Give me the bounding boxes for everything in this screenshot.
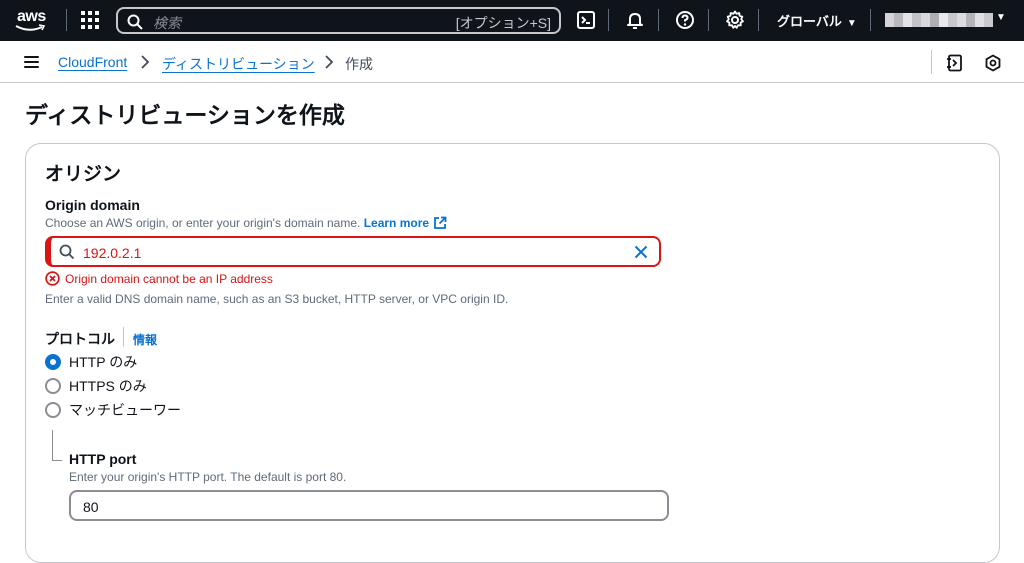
nested-indicator-line <box>52 430 53 460</box>
chevron-right-icon <box>325 55 334 69</box>
redacted-block <box>921 13 930 27</box>
settings-gear-icon[interactable] <box>725 10 745 30</box>
panel-toggle-icon[interactable] <box>946 54 964 72</box>
redacted-block <box>966 13 975 27</box>
toolbar-divider <box>931 50 932 74</box>
aws-smile-icon <box>15 24 46 31</box>
radio-unselected-icon <box>45 402 61 418</box>
breadcrumb-cloudfront[interactable]: CloudFront <box>58 54 127 70</box>
nav-divider <box>66 9 67 31</box>
protocol-option-label: HTTPS のみ <box>69 378 147 394</box>
redacted-block <box>984 13 993 27</box>
caret-down-icon: ▼ <box>846 18 857 29</box>
radio-selected-icon <box>45 354 61 370</box>
origin-domain-error: Origin domain cannot be an IP address <box>45 271 273 286</box>
search-icon <box>127 14 143 30</box>
redacted-block <box>939 13 948 27</box>
notifications-bell-icon[interactable] <box>625 10 645 30</box>
menu-hamburger-icon[interactable] <box>24 56 39 68</box>
global-search-input[interactable]: 検索 [オプション+S] <box>116 7 561 34</box>
origin-domain-description-text: Choose an AWS origin, or enter your orig… <box>45 216 361 230</box>
search-icon <box>59 244 75 260</box>
origin-domain-input[interactable]: 192.0.2.1 <box>45 236 661 267</box>
error-message: Origin domain cannot be an IP address <box>65 271 273 286</box>
top-navigation: aws 検索 [オプション+S] グローバル ▼ ▼ <box>0 0 1024 41</box>
caret-down-icon[interactable]: ▼ <box>996 12 1006 23</box>
nav-divider <box>608 9 609 31</box>
protocol-option-label: マッチビューワー <box>69 402 181 418</box>
origin-domain-label: Origin domain <box>45 197 140 213</box>
protocol-option-http-only[interactable]: HTTP のみ <box>45 352 137 372</box>
aws-logo[interactable]: aws <box>14 7 52 33</box>
http-port-value: 80 <box>83 499 99 515</box>
services-grid-icon[interactable] <box>81 11 99 29</box>
protocol-option-https-only[interactable]: HTTPS のみ <box>45 376 147 396</box>
redacted-block <box>948 13 957 27</box>
page-title: ディストリビューションを作成 <box>25 102 345 128</box>
learn-more-label: Learn more <box>363 216 430 230</box>
redacted-block <box>957 13 966 27</box>
radio-unselected-icon <box>45 378 61 394</box>
hexagon-settings-icon[interactable] <box>984 54 1002 72</box>
search-shortcut: [オプション+S] <box>455 15 551 31</box>
account-menu-redacted[interactable] <box>885 13 993 27</box>
origin-domain-value: 192.0.2.1 <box>83 245 142 261</box>
http-port-label: HTTP port <box>69 451 137 467</box>
breadcrumb-current: 作成 <box>345 56 373 72</box>
breadcrumb-bar: CloudFront ディストリビューション 作成 <box>0 41 1024 83</box>
section-title-origin: オリジン <box>45 164 122 185</box>
chevron-right-icon <box>141 55 150 69</box>
nav-divider <box>758 9 759 31</box>
clear-input-icon[interactable] <box>633 244 649 260</box>
protocol-option-label: HTTP のみ <box>69 354 138 370</box>
nav-divider <box>658 9 659 31</box>
cloudshell-icon[interactable] <box>576 10 596 30</box>
origin-domain-hint: Enter a valid DNS domain name, such as a… <box>45 292 509 306</box>
protocol-info-link[interactable]: 情報 <box>133 331 157 348</box>
redacted-block <box>975 13 984 27</box>
help-icon[interactable] <box>675 10 695 30</box>
redacted-block <box>894 13 903 27</box>
http-port-description: Enter your origin's HTTP port. The defau… <box>69 470 347 484</box>
redacted-block <box>912 13 921 27</box>
nested-indicator-line <box>52 460 62 461</box>
learn-more-link[interactable]: Learn more <box>364 216 447 230</box>
region-selector[interactable]: グローバル ▼ <box>777 11 857 30</box>
nav-divider <box>870 9 871 31</box>
nav-divider <box>708 9 709 31</box>
error-circle-icon <box>45 271 60 286</box>
redacted-block <box>930 13 939 27</box>
http-port-input[interactable]: 80 <box>69 490 669 521</box>
redacted-block <box>885 13 894 27</box>
label-divider <box>123 327 124 347</box>
region-label: グローバル <box>777 14 842 29</box>
origin-domain-description: Choose an AWS origin, or enter your orig… <box>45 216 447 230</box>
protocol-option-match-viewer[interactable]: マッチビューワー <box>45 400 181 420</box>
external-link-icon <box>434 216 447 229</box>
breadcrumb-distributions[interactable]: ディストリビューション <box>162 54 315 74</box>
protocol-label: プロトコル <box>45 331 115 347</box>
redacted-block <box>903 13 912 27</box>
search-placeholder: 検索 <box>153 15 181 31</box>
